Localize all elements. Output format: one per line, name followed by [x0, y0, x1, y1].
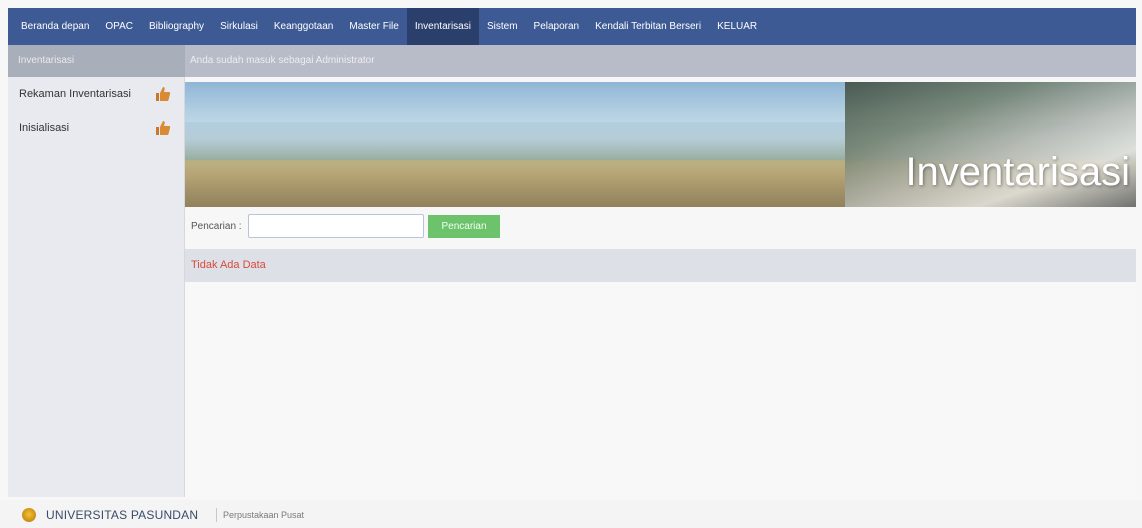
search-label: Pencarian : [191, 221, 242, 232]
search-row: Pencarian : Pencarian [185, 210, 1136, 246]
login-status: Anda sudah masuk sebagai Administrator [190, 55, 375, 66]
nav-item-sistem[interactable]: Sistem [479, 8, 526, 45]
nav-item-keanggotaan[interactable]: Keanggotaan [266, 8, 342, 45]
nav-item-bibliography[interactable]: Bibliography [141, 8, 212, 45]
nav-item-inventarisasi[interactable]: Inventarisasi [406, 8, 479, 45]
no-data-message: Tidak Ada Data [185, 249, 1136, 282]
university-logo-icon [22, 508, 36, 522]
nav-item-kendali-terbitan-berseri[interactable]: Kendali Terbitan Berseri [587, 8, 709, 45]
sidebar-item-inisialisasi[interactable]: Inisialisasi [8, 111, 184, 145]
thumbs-up-icon [156, 87, 171, 101]
nav-item-pelaporan[interactable]: Pelaporan [526, 8, 588, 45]
search-input[interactable] [248, 214, 424, 238]
module-banner: Inventarisasi [185, 82, 1136, 207]
sidebar: Rekaman Inventarisasi Inisialisasi [8, 77, 185, 497]
info-bar: Inventarisasi Anda sudah masuk sebagai A… [8, 45, 1136, 77]
search-button[interactable]: Pencarian [428, 215, 500, 238]
footer-subtitle: Perpustakaan Pusat [223, 510, 305, 520]
nav-item-keluar[interactable]: KELUAR [709, 8, 765, 45]
thumbs-up-icon [156, 121, 171, 135]
content-area [185, 282, 1136, 497]
sidebar-item-label: Inisialisasi [19, 122, 70, 134]
footer-institution: UNIVERSITAS PASUNDAN [46, 508, 199, 522]
nav-item-opac[interactable]: OPAC [97, 8, 141, 45]
nav-item-sirkulasi[interactable]: Sirkulasi [212, 8, 266, 45]
sidebar-item-rekaman-inventarisasi[interactable]: Rekaman Inventarisasi [8, 77, 184, 111]
nav-item-master-file[interactable]: Master File [341, 8, 406, 45]
footer: UNIVERSITAS PASUNDAN Perpustakaan Pusat [0, 500, 1142, 528]
footer-divider [216, 508, 217, 522]
top-navigation: Beranda depan OPAC Bibliography Sirkulas… [8, 8, 1136, 45]
section-title: Inventarisasi [8, 45, 185, 77]
nav-item-beranda-depan[interactable]: Beranda depan [13, 8, 97, 45]
page: Beranda depan OPAC Bibliography Sirkulas… [0, 0, 1142, 528]
banner-title: Inventarisasi [905, 150, 1130, 194]
sidebar-item-label: Rekaman Inventarisasi [19, 88, 131, 100]
